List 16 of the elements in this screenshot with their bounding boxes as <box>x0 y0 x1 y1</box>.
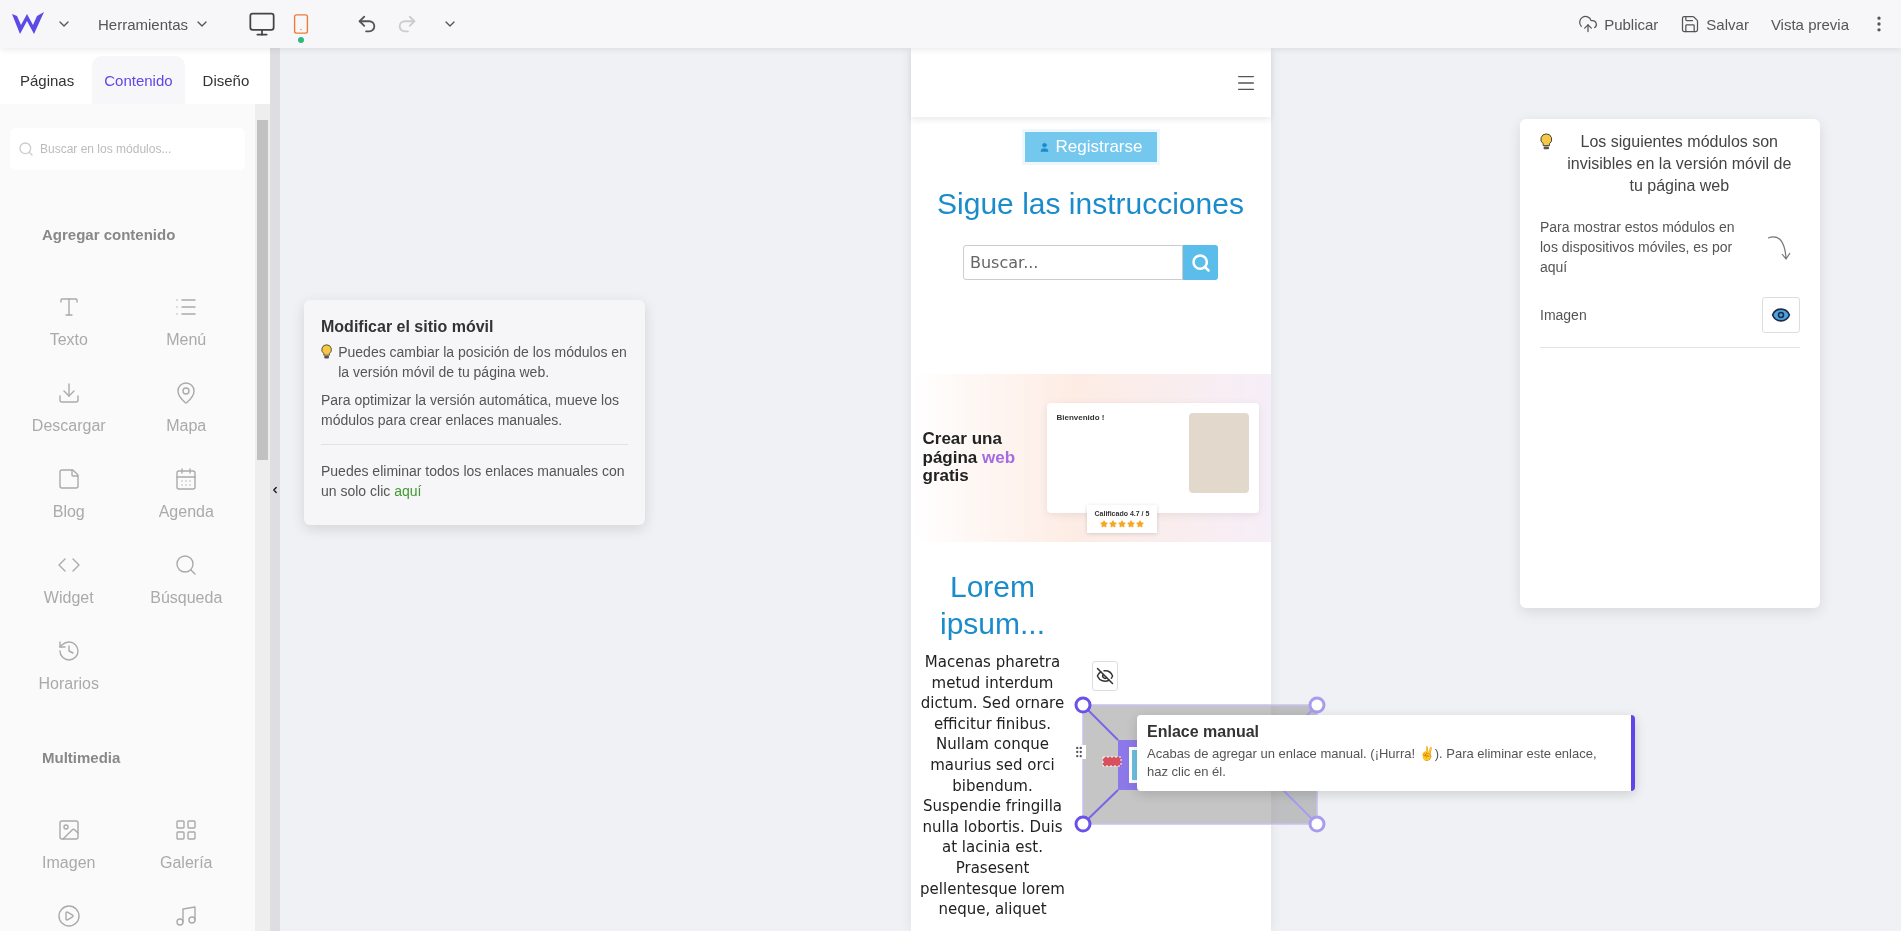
info-text: Para optimizar la versión automática, mueve los módulos para crear enlaces manuales. <box>321 391 621 430</box>
screenshot-headline: Crear una página web gratis <box>922 429 1017 487</box>
remove-links-text: Puedes eliminar todos los enlaces manuales con un solo clic aquí <box>321 462 626 501</box>
hint-text: Para mostrar estos módulos en los dispositivos móviles, es por aquí <box>1540 218 1736 277</box>
module-name: Imagen <box>1540 306 1587 325</box>
body-text: Macenas pharetra metud interdum dictum. Sed ornare efficitur finibus. Nullam conque maurius sed orci bibendum. Suspendie fringilla nulla lobortis. Duis at lacinia est. Prasesent pellentesque lorem neque, aliquet <box>919 652 1066 920</box>
section-heading: Lorem ipsum... <box>939 569 1046 642</box>
welcome-text: Bienvenido ! <box>1056 413 1105 424</box>
tooltip-title: Enlace manual <box>1147 723 1261 741</box>
section-title: Agregar contenido <box>42 226 177 243</box>
tip-text: Puedes cambiar la posición de los módulos en la versión móvil de tu página web. <box>338 343 628 382</box>
card-title: Modificar el sitio móvil <box>321 318 495 336</box>
section-title: Multimedia <box>42 749 122 766</box>
tooltip-text: Acabas de agregar un enlace manual. (¡Hurra! ✌). Para eliminar este enlace, haz clic en él. <box>1147 745 1598 781</box>
page-heading: Sigue las instrucciones <box>937 187 1244 221</box>
panel-title: Los siguientes módulos son invisibles en la versión móvil de tu página web <box>1566 132 1793 196</box>
